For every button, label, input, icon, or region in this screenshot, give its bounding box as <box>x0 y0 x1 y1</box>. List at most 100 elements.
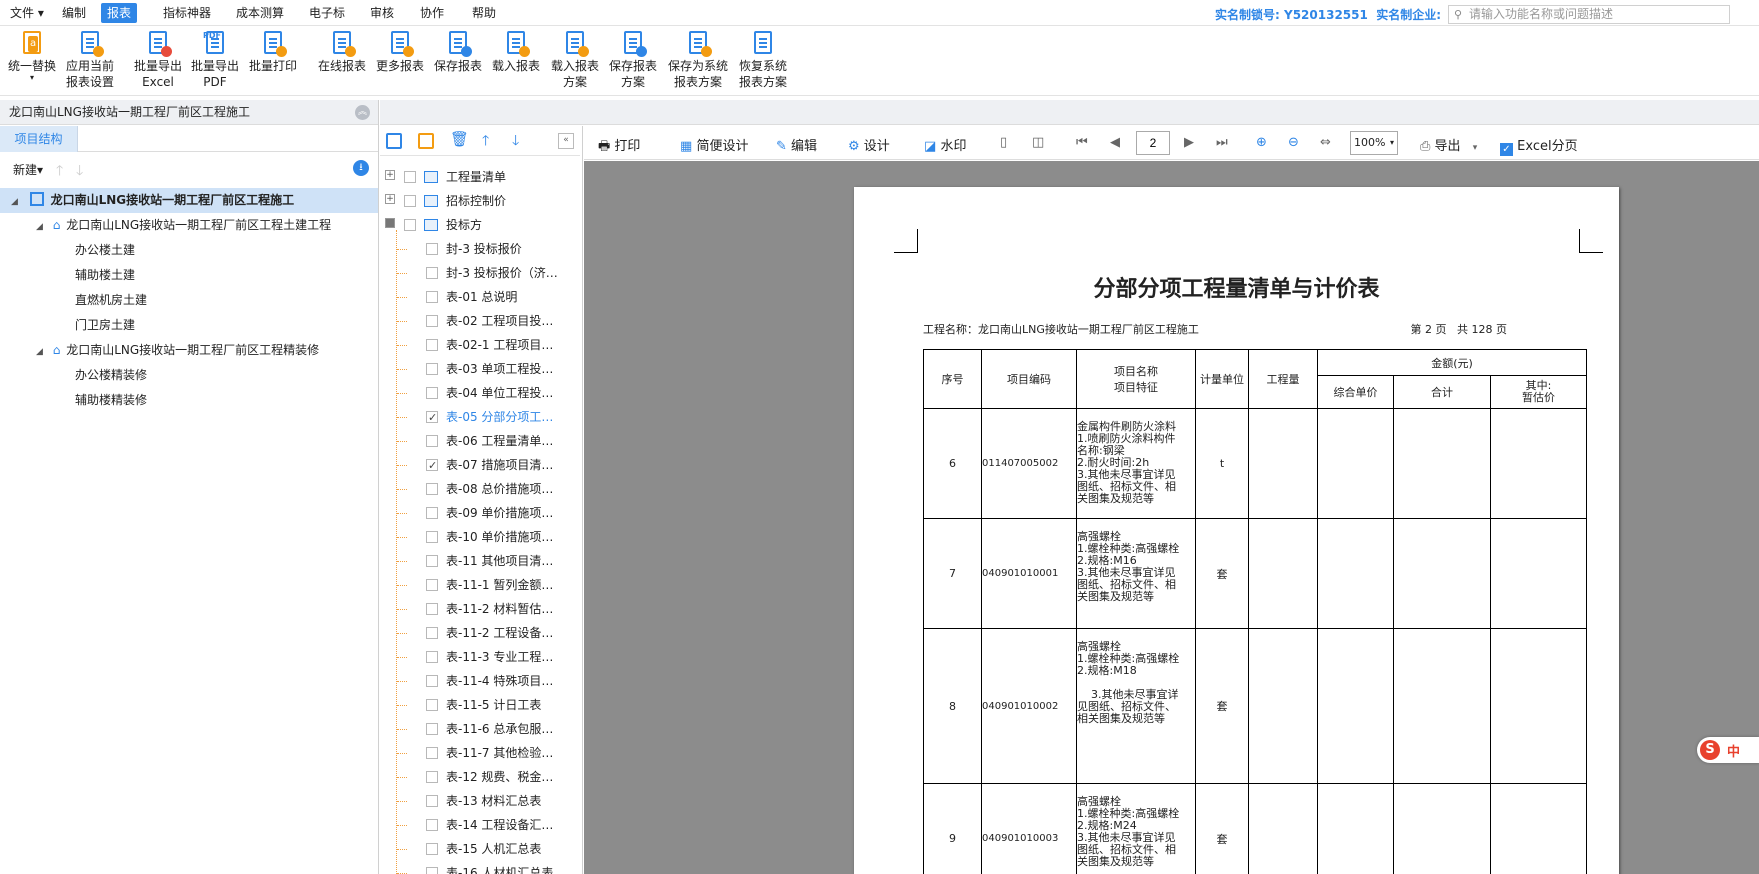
report-item[interactable]: 表-11-4 特殊项目… <box>380 669 580 693</box>
report-checkbox[interactable] <box>426 555 438 567</box>
report-group[interactable]: 投标方 <box>380 213 580 237</box>
unified-replace-button[interactable]: a 统一替换 ▾ <box>6 28 58 82</box>
report-item[interactable]: 表-11-6 总承包服… <box>380 717 580 741</box>
report-item[interactable]: 封-3 投标报价（济… <box>380 261 580 285</box>
arrow-down-icon[interactable]: 🡓 <box>76 160 83 184</box>
report-checkbox[interactable] <box>426 507 438 519</box>
report-checkbox[interactable] <box>426 483 438 495</box>
last-page-icon[interactable]: ⏭ <box>1216 135 1228 150</box>
tree-node-leaf[interactable]: 门卫房土建 <box>0 313 378 338</box>
report-item[interactable]: 表-14 工程设备汇… <box>380 813 580 837</box>
online-report-button[interactable]: 在线报表 <box>316 28 368 74</box>
add-report-icon[interactable] <box>386 133 402 149</box>
report-item[interactable]: 表-02 工程项目投… <box>380 309 580 333</box>
report-item[interactable]: 表-05 分部分项工… <box>380 405 580 429</box>
report-checkbox[interactable] <box>426 819 438 831</box>
menu-report[interactable]: 报表 <box>101 3 138 23</box>
report-item[interactable]: 表-02-1 工程项目… <box>380 333 580 357</box>
report-checkbox[interactable] <box>426 867 438 874</box>
report-checkbox[interactable] <box>426 363 438 375</box>
tree-node-civil[interactable]: ◢ ⌂ 龙口南山LNG接收站一期工程厂前区工程土建工程 <box>0 213 378 238</box>
single-page-icon[interactable]: ▯ <box>1000 135 1007 150</box>
report-item[interactable]: 表-01 总说明 <box>380 285 580 309</box>
report-item[interactable]: 表-12 规费、税金… <box>380 765 580 789</box>
print-button[interactable]: 🖶 打印 <box>598 135 640 159</box>
report-item[interactable]: 表-11-7 其他检验… <box>380 741 580 765</box>
simple-design-button[interactable]: ▦ 简便设计 <box>680 135 748 154</box>
report-checkbox[interactable] <box>426 651 438 663</box>
report-checkbox[interactable] <box>426 435 438 447</box>
group-checkbox[interactable] <box>404 171 416 183</box>
move-down-icon[interactable]: 🡓 <box>512 130 528 149</box>
double-page-icon[interactable]: ◫ <box>1032 135 1044 150</box>
report-item[interactable]: 表-10 单价措施项… <box>380 525 580 549</box>
menu-etender[interactable]: 电子标 <box>303 3 351 23</box>
report-group[interactable]: + 招标控制价 <box>380 189 580 213</box>
report-item[interactable]: 表-11-1 暂列金额… <box>380 573 580 597</box>
report-item[interactable]: 表-15 人机汇总表 <box>380 837 580 861</box>
report-item[interactable]: 表-04 单位工程投… <box>380 381 580 405</box>
report-checkbox[interactable] <box>426 603 438 615</box>
menu-edit[interactable]: 编制 <box>56 3 92 23</box>
menu-file[interactable]: 文件 ▾ <box>4 3 50 23</box>
zoom-select[interactable]: 100% ▾ <box>1350 131 1398 155</box>
menu-audit[interactable]: 审核 <box>364 3 400 23</box>
tab-project-structure[interactable]: 项目结构 <box>0 126 78 152</box>
collapse-up-icon[interactable]: ︽ <box>355 105 370 120</box>
menu-indicator[interactable]: 指标神器 <box>157 3 217 23</box>
next-page-icon[interactable]: ▶ <box>1184 135 1194 150</box>
report-checkbox[interactable] <box>426 267 438 279</box>
report-item[interactable]: 表-09 单价措施项… <box>380 501 580 525</box>
arrow-up-icon[interactable]: 🡑 <box>56 160 63 184</box>
report-item[interactable]: 表-11-5 计日工表 <box>380 693 580 717</box>
save-system-scheme-button[interactable]: 保存为系统 报表方案 <box>664 28 732 90</box>
load-report-button[interactable]: 载入报表 <box>490 28 542 74</box>
menu-cost[interactable]: 成本测算 <box>230 3 290 23</box>
report-checkbox[interactable] <box>426 315 438 327</box>
report-item[interactable]: 表-11-2 工程设备… <box>380 621 580 645</box>
report-item[interactable]: 表-16 人材机汇总表 <box>380 861 580 874</box>
tree-node-leaf[interactable]: 直燃机房土建 <box>0 288 378 313</box>
report-checkbox[interactable] <box>426 771 438 783</box>
tree-node-leaf[interactable]: 辅助楼精装修 <box>0 388 378 413</box>
edit-button[interactable]: ✎ 编辑 <box>776 135 817 154</box>
load-scheme-button[interactable]: 载入报表 方案 <box>548 28 602 90</box>
report-checkbox[interactable] <box>426 627 438 639</box>
restore-system-scheme-button[interactable]: 恢复系统 报表方案 <box>735 28 791 90</box>
folder-add-icon[interactable] <box>418 133 434 149</box>
report-checkbox[interactable] <box>426 243 438 255</box>
trash-icon[interactable]: 🗑 <box>450 130 469 148</box>
more-reports-button[interactable]: 更多报表 <box>374 28 426 74</box>
download-icon[interactable]: ⭳ <box>353 160 369 176</box>
export-button[interactable]: ⎙ 导出 ▾ <box>1420 135 1477 154</box>
report-item[interactable]: 表-03 单项工程投… <box>380 357 580 381</box>
report-checkbox[interactable] <box>426 579 438 591</box>
save-scheme-button[interactable]: 保存报表 方案 <box>606 28 660 90</box>
save-report-button[interactable]: 保存报表 <box>432 28 484 74</box>
tree-node-leaf[interactable]: 办公楼精装修 <box>0 363 378 388</box>
export-pdf-button[interactable]: PDF 批量导出 PDF <box>189 28 241 90</box>
report-checkbox[interactable] <box>426 747 438 759</box>
report-checkbox[interactable] <box>426 843 438 855</box>
pane-divider[interactable] <box>582 126 583 874</box>
expander-icon[interactable]: + <box>385 194 395 204</box>
report-checkbox[interactable] <box>426 723 438 735</box>
collapse-left-icon[interactable]: « <box>558 133 574 149</box>
report-checkbox[interactable] <box>426 699 438 711</box>
menu-help[interactable]: 帮助 <box>466 3 502 23</box>
tree-node-leaf[interactable]: 办公楼土建 <box>0 238 378 263</box>
report-checkbox[interactable] <box>426 675 438 687</box>
tree-node-root[interactable]: ◢ 龙口南山LNG接收站一期工程厂前区工程施工 <box>0 188 378 213</box>
report-checkbox[interactable] <box>426 291 438 303</box>
zoom-out-icon[interactable]: ⊖ <box>1288 135 1299 150</box>
report-item[interactable]: 表-11-3 专业工程… <box>380 645 580 669</box>
report-item[interactable]: 表-13 材料汇总表 <box>380 789 580 813</box>
tree-node-leaf[interactable]: 辅助楼土建 <box>0 263 378 288</box>
watermark-button[interactable]: ◪ 水印 <box>924 135 966 154</box>
report-checkbox[interactable] <box>426 387 438 399</box>
export-excel-button[interactable]: 批量导出 Excel <box>132 28 184 90</box>
apply-settings-button[interactable]: 应用当前 报表设置 <box>62 28 118 90</box>
batch-print-button[interactable]: 批量打印 <box>247 28 299 74</box>
search-input[interactable]: ⚲ 请输入功能名称或问题描述 <box>1448 5 1730 24</box>
design-button[interactable]: ⚙ 设计 <box>848 135 890 154</box>
